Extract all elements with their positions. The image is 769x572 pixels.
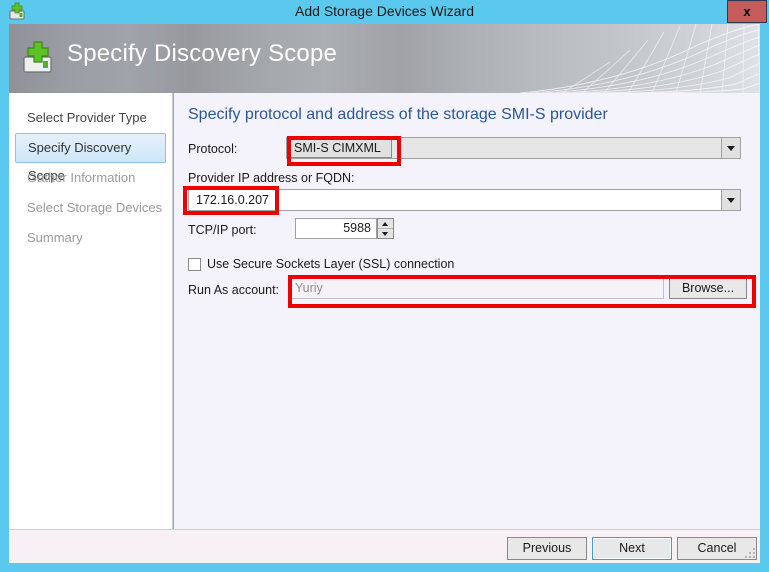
stepper-up-icon[interactable] [378,219,393,229]
protocol-value: SMI-S CIMXML [294,141,381,155]
tcp-port-label: TCP/IP port: [188,223,257,237]
window-title: Add Storage Devices Wizard [295,3,474,19]
globe-mesh-graphic [519,24,760,93]
sidebar-item-label: Select Storage Devices [27,200,163,215]
tcp-port-value: 5988 [343,221,371,235]
provider-address-value: 172.16.0.207 [196,193,269,207]
sidebar-item-label: Summary [27,230,83,245]
next-button[interactable]: Next [592,537,672,560]
tcp-port-input[interactable]: 5988 [295,218,377,239]
banner-title: Specify Discovery Scope [67,40,338,67]
ssl-checkbox-label: Use Secure Sockets Layer (SSL) connectio… [207,257,455,271]
page-title: Specify protocol and address of the stor… [188,106,608,123]
footer-bar: Previous Next Cancel [9,529,760,563]
wizard-step-sidebar: Select Provider Type Specify Discovery S… [9,93,173,529]
chevron-down-icon[interactable] [721,190,740,210]
run-as-account-value: Yuriy [295,281,323,295]
sidebar-item-label: Gather Information [27,170,136,185]
sidebar-item-select-provider-type[interactable]: Select Provider Type [15,103,166,133]
run-as-account-label: Run As account: [188,283,280,297]
sidebar-item-select-storage-devices: Select Storage Devices [15,193,166,223]
stepper-down-icon[interactable] [378,229,393,238]
previous-button[interactable]: Previous [507,537,587,560]
protocol-label: Protocol: [188,142,238,156]
tcp-port-stepper[interactable] [377,218,394,239]
ssl-checkbox[interactable] [188,258,201,271]
sidebar-item-summary: Summary [15,223,166,253]
provider-address-label: Provider IP address or FQDN: [188,171,355,185]
title-bar: Add Storage Devices Wizard x [0,0,769,24]
header-banner: Specify Discovery Scope [9,24,760,93]
run-as-account-input[interactable]: Yuriy [289,278,664,299]
banner-add-storage-device-icon [21,40,59,78]
sidebar-item-label: Select Provider Type [27,110,147,125]
wizard-window: Add Storage Devices Wizard x Specify Dis… [0,0,769,572]
provider-address-combobox[interactable]: 172.16.0.207 [188,189,741,211]
close-button[interactable]: x [727,0,767,23]
sidebar-item-specify-discovery-scope[interactable]: Specify Discovery Scope [15,133,166,183]
browse-button[interactable]: Browse... [669,278,747,299]
protocol-combobox[interactable]: SMI-S CIMXML [286,137,741,159]
sidebar-item-gather-information: Gather Information [15,163,166,193]
chevron-down-icon[interactable] [721,138,740,158]
main-content: Specify protocol and address of the stor… [174,93,760,529]
resize-grip[interactable] [744,548,756,560]
